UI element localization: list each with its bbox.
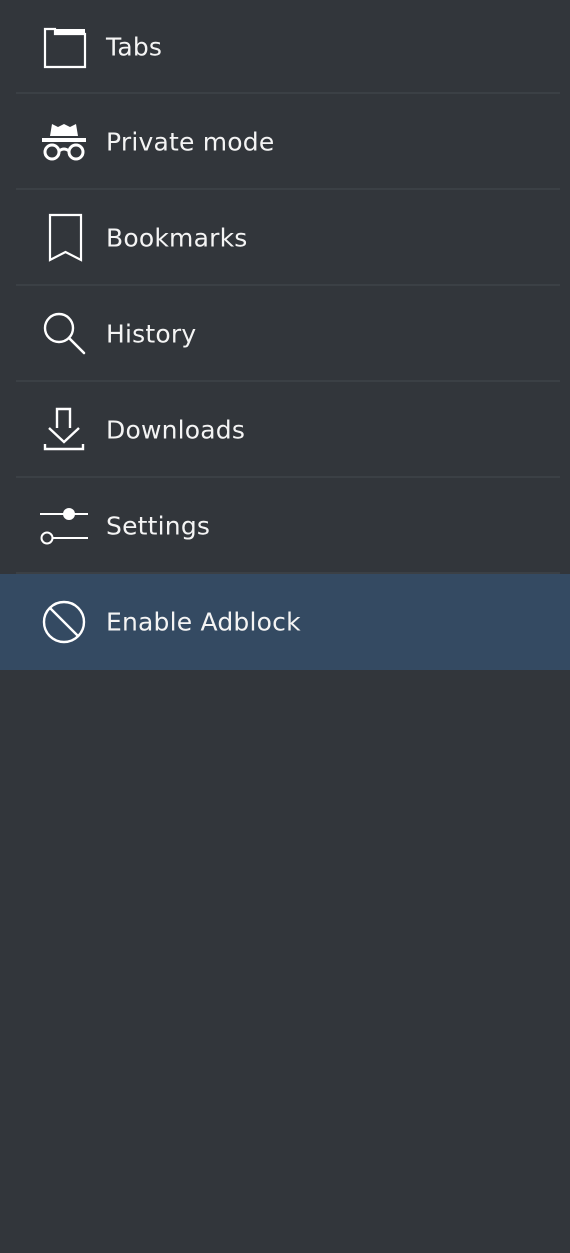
menu-item-private-mode[interactable]: Private mode	[0, 94, 570, 190]
menu-item-settings[interactable]: Settings	[0, 478, 570, 574]
search-icon	[38, 308, 90, 360]
menu-item-enable-adblock[interactable]: Enable Adblock	[0, 574, 570, 670]
sliders-icon	[38, 500, 90, 552]
menu-item-bookmarks[interactable]: Bookmarks	[0, 190, 570, 286]
side-menu: Tabs Private mode Bookmarks History Down…	[0, 0, 570, 670]
menu-item-label: Enable Adblock	[106, 607, 301, 637]
menu-item-downloads[interactable]: Downloads	[0, 382, 570, 478]
download-icon	[38, 404, 90, 456]
menu-item-label: History	[106, 319, 197, 349]
incognito-icon	[38, 116, 90, 168]
menu-item-label: Tabs	[106, 32, 163, 62]
menu-item-label: Bookmarks	[106, 223, 248, 253]
menu-item-label: Settings	[106, 511, 211, 541]
block-icon	[38, 596, 90, 648]
tabs-icon	[38, 21, 90, 73]
bookmark-icon	[38, 212, 90, 264]
menu-item-label: Private mode	[106, 127, 275, 157]
menu-item-label: Downloads	[106, 415, 246, 445]
menu-item-tabs[interactable]: Tabs	[0, 0, 570, 94]
menu-item-history[interactable]: History	[0, 286, 570, 382]
